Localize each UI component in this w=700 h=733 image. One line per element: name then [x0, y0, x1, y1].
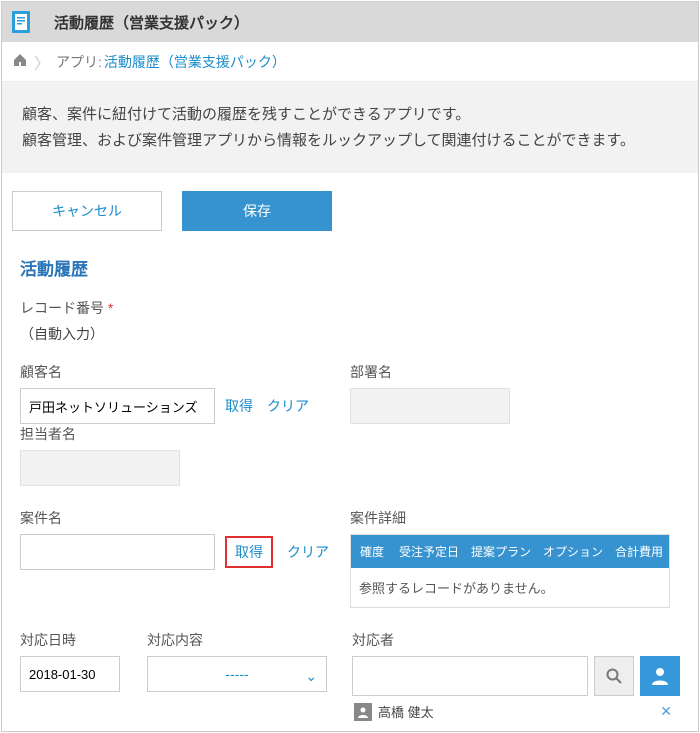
responder-input[interactable] [352, 656, 588, 696]
breadcrumb-app-link[interactable]: 活動履歴（営業支援パック） [104, 52, 286, 72]
project-detail-header: 確度 受注予定日 提案プラン オプション 合計費用 [351, 535, 669, 568]
department-label: 部署名 [350, 362, 510, 382]
breadcrumb: 〉 アプリ: 活動履歴（営業支援パック） [2, 42, 698, 82]
record-number-auto: （自動入力） [20, 324, 680, 344]
customer-label: 顧客名 [20, 362, 330, 382]
responder-label: 対応者 [352, 630, 680, 650]
response-date-label: 対応日時 [20, 630, 127, 650]
responder-chip-remove[interactable]: ✕ [660, 703, 672, 720]
document-icon [8, 8, 36, 36]
response-type-label: 対応内容 [147, 630, 332, 650]
breadcrumb-prefix: アプリ: [56, 52, 102, 72]
col-option: オプション [537, 535, 609, 568]
chevron-down-icon: ⌄ [305, 668, 317, 685]
col-order-date: 受注予定日 [393, 535, 465, 568]
response-date-input[interactable] [20, 656, 120, 692]
record-number-field: レコード番号 * （自動入力） [20, 298, 680, 344]
search-icon [605, 667, 623, 685]
person-icon [649, 665, 671, 687]
responder-search-button[interactable] [594, 656, 634, 696]
home-icon[interactable] [12, 52, 28, 71]
breadcrumb-separator: 〉 [34, 50, 50, 74]
contact-label: 担当者名 [20, 424, 180, 444]
responder-chip-name: 高橋 健太 [378, 702, 434, 721]
project-clear-link[interactable]: クリア [287, 542, 329, 562]
highlighted-fetch: 取得 [225, 536, 273, 568]
description-line-2: 顧客管理、および案件管理アプリから情報をルックアップして関連付けることができます… [22, 128, 678, 154]
app-icon [2, 2, 42, 42]
department-input [350, 388, 510, 424]
project-input[interactable] [20, 534, 215, 570]
record-number-label: レコード番号 [20, 300, 104, 316]
contact-input [20, 450, 180, 486]
project-fetch-link[interactable]: 取得 [235, 544, 263, 560]
section-title: 活動履歴 [20, 255, 680, 280]
project-detail-label: 案件詳細 [350, 508, 680, 528]
form-area: 活動履歴 レコード番号 * （自動入力） 顧客名 取得 クリア 部署 [2, 249, 698, 731]
customer-input[interactable] [20, 388, 215, 424]
col-plan: 提案プラン [465, 535, 537, 568]
description-line-1: 顧客、案件に紐付けて活動の履歴を残すことができるアプリです。 [22, 102, 678, 128]
app-header: 活動履歴（営業支援パック） [2, 2, 698, 42]
avatar-icon [354, 703, 372, 721]
customer-fetch-link[interactable]: 取得 [225, 396, 253, 416]
response-type-select[interactable]: ----- ⌄ [147, 656, 327, 692]
required-mark: * [108, 300, 113, 316]
project-detail-empty: 参照するレコードがありません。 [351, 568, 669, 607]
responder-org-button[interactable] [640, 656, 680, 696]
page-title: 活動履歴（営業支援パック） [42, 12, 249, 33]
cancel-button[interactable]: キャンセル [12, 191, 162, 231]
project-detail-table: 確度 受注予定日 提案プラン オプション 合計費用 参照するレコードがありません… [350, 534, 670, 608]
project-label: 案件名 [20, 508, 330, 528]
save-button[interactable]: 保存 [182, 191, 332, 231]
responder-chip: 高橋 健太 ✕ [352, 702, 678, 721]
app-description: 顧客、案件に紐付けて活動の履歴を残すことができるアプリです。 顧客管理、および案… [2, 82, 698, 173]
customer-clear-link[interactable]: クリア [267, 396, 309, 416]
col-total: 合計費用 [609, 535, 669, 568]
response-type-value: ----- [225, 666, 248, 682]
col-probability: 確度 [351, 535, 393, 568]
action-bar: キャンセル 保存 [2, 173, 698, 249]
